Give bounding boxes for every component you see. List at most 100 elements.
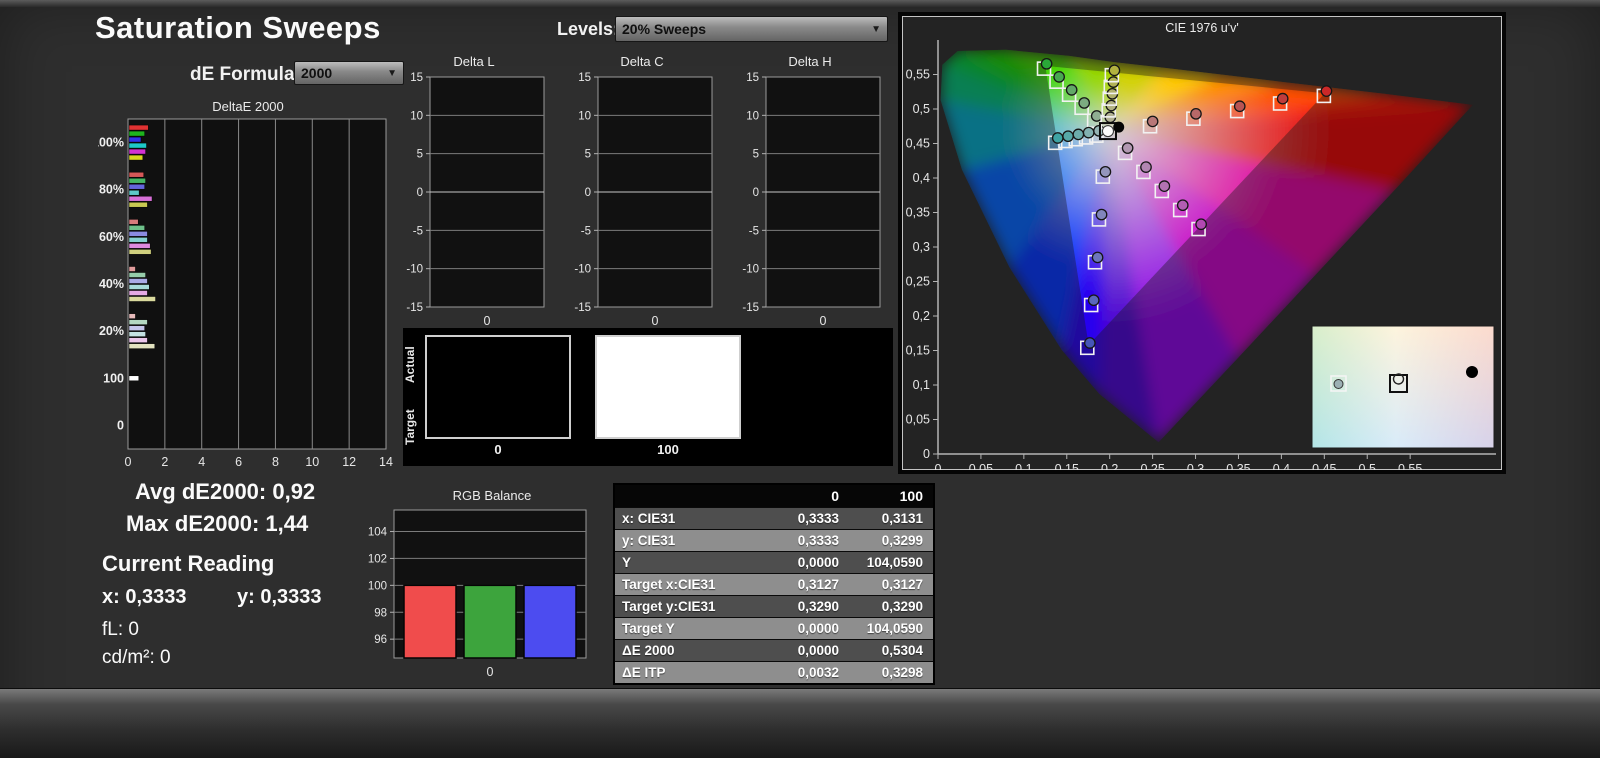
rgb-bar-red [404, 585, 456, 658]
delta-l-plot: -15-10-50510150 [398, 71, 550, 333]
svg-text:15: 15 [410, 72, 423, 84]
delta-c-plot: -15-10-50510150 [566, 71, 718, 333]
table-row-label: Target x:CIE31 [615, 577, 765, 592]
svg-text:2: 2 [161, 455, 168, 468]
max-de2000: Max dE2000: 1,44 [126, 511, 308, 537]
svg-text:0,3: 0,3 [1187, 462, 1204, 470]
table-row: Target x:CIE310,31270,3127 [615, 573, 933, 595]
delta-h-chart: Delta H -15-10-50510150 [734, 54, 886, 333]
table-cell: 0,3298 [849, 665, 933, 680]
patch-label-0: 0 [425, 442, 571, 457]
target-row-label: Target [403, 398, 419, 456]
svg-text:14: 14 [379, 455, 393, 468]
svg-text:20%: 20% [99, 324, 124, 338]
delta-l-title: Delta L [398, 54, 550, 71]
svg-text:0: 0 [417, 187, 423, 199]
current-cdm2: cd/m²: 0 [102, 647, 171, 669]
rgb-balance-plot: 96981001021040 [358, 505, 590, 685]
table-row: ΔE ITP0,00320,3298 [615, 661, 933, 683]
table-cell: 0,0032 [765, 665, 849, 680]
table-row-label: ΔE ITP [615, 665, 765, 680]
app-window: Saturation Sweeps dE Formula: 2000 ▼ Lev… [0, 0, 1600, 758]
color-patch-100 [595, 335, 741, 439]
measured-point-blue [1085, 338, 1095, 348]
svg-text:0,5: 0,5 [913, 102, 930, 116]
svg-text:15: 15 [578, 72, 591, 84]
table-row-label: Target Y [615, 621, 765, 636]
table-cell: 0,0000 [765, 555, 849, 570]
svg-text:5: 5 [417, 149, 423, 161]
table-cell: 0,3131 [849, 511, 933, 526]
svg-text:80%: 80% [99, 183, 124, 197]
svg-text:8: 8 [272, 455, 279, 468]
svg-text:10: 10 [578, 110, 591, 122]
table-row: y: CIE310,33330,3299 [615, 529, 933, 551]
svg-text:0: 0 [820, 314, 827, 328]
patch-label-100: 100 [595, 442, 741, 457]
avg-de2000: Avg dE2000: 0,92 [135, 479, 315, 505]
de-formula-label: dE Formula: [190, 64, 301, 86]
rgb-balance-title: RGB Balance [358, 488, 590, 505]
measured-point-magenta [1141, 162, 1151, 172]
svg-text:-15: -15 [574, 302, 591, 314]
delta-l-chart: Delta L -15-10-50510150 [398, 54, 550, 333]
table-cell: 0,3127 [765, 577, 849, 592]
svg-text:0: 0 [484, 314, 491, 328]
svg-text:0,45: 0,45 [906, 137, 930, 151]
measured-point-green [1079, 98, 1089, 108]
svg-text:0,05: 0,05 [906, 413, 930, 427]
color-patch-0 [425, 335, 571, 439]
deltaE-bar-group-100 [129, 376, 139, 381]
svg-text:0,1: 0,1 [1015, 462, 1032, 470]
delta-c-chart: Delta C -15-10-50510150 [566, 54, 718, 333]
levels-dropdown[interactable]: 20% Sweeps ▼ [615, 16, 888, 42]
current-fl: fL: 0 [102, 619, 139, 641]
svg-text:0,45: 0,45 [1312, 462, 1336, 470]
white-point-inset [1312, 326, 1494, 448]
current-reading-title: Current Reading [102, 551, 274, 577]
svg-text:0,15: 0,15 [1055, 462, 1079, 470]
table-row: Target y:CIE310,32900,3290 [615, 595, 933, 617]
current-reading-dot [1113, 122, 1124, 133]
svg-text:15: 15 [746, 72, 759, 84]
levels-label: Levels: [557, 19, 619, 40]
measured-point-cyan [1063, 131, 1073, 141]
inset-current-reading-dot [1466, 366, 1478, 378]
rgb-balance-chart: RGB Balance 96981001021040 [358, 488, 590, 685]
table-row-label: Y [615, 555, 765, 570]
svg-text:-5: -5 [413, 225, 423, 237]
current-x: x: 0,3333 [102, 586, 187, 609]
table-header-col100: 100 [849, 488, 933, 504]
measured-point-magenta [1122, 143, 1132, 153]
svg-text:-5: -5 [749, 225, 759, 237]
table-cell: 0,0000 [765, 621, 849, 636]
svg-text:10: 10 [746, 110, 759, 122]
actual-target-panel: Actual Target 0 100 [403, 328, 893, 466]
measurement-table: 0 100 x: CIE310,33330,3131y: CIE310,3333… [613, 483, 935, 685]
table-cell: 0,3333 [765, 511, 849, 526]
svg-text:0,15: 0,15 [906, 344, 930, 358]
svg-text:5: 5 [585, 149, 591, 161]
svg-text:-5: -5 [581, 225, 591, 237]
svg-text:0: 0 [935, 462, 942, 470]
levels-value: 20% Sweeps [622, 21, 871, 37]
table-cell: 0,3333 [765, 533, 849, 548]
window-top-edge [0, 0, 1600, 7]
table-row: Target Y0,0000104,0590 [615, 617, 933, 639]
svg-text:104: 104 [368, 527, 388, 539]
measured-point-green [1092, 111, 1102, 121]
actual-row-label: Actual [403, 336, 419, 394]
inset-measured-circle [1334, 380, 1343, 389]
svg-text:-10: -10 [406, 264, 423, 276]
svg-text:0: 0 [753, 187, 759, 199]
svg-text:0,2: 0,2 [1101, 462, 1118, 470]
de-formula-dropdown[interactable]: 2000 ▼ [294, 61, 404, 85]
table-cell: 104,0590 [849, 555, 933, 570]
measured-point-magenta [1159, 181, 1169, 191]
rgb-bar-green [464, 585, 516, 658]
table-header-col0: 0 [765, 488, 849, 504]
measured-point-green [1054, 72, 1064, 82]
cie-diagram-plot: 000,050,050,10,10,150,150,20,20,250,250,… [902, 16, 1502, 470]
measured-point-green [1066, 85, 1076, 95]
svg-text:0,25: 0,25 [1140, 462, 1164, 470]
